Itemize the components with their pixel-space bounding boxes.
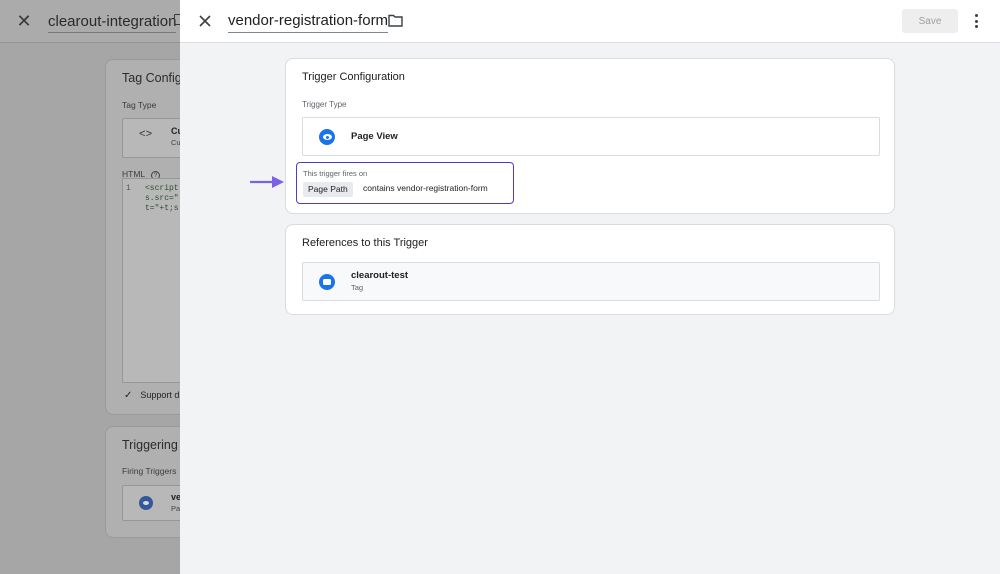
- close-icon: [199, 15, 211, 27]
- reference-item[interactable]: clearout-test Tag: [302, 262, 880, 301]
- background-support-label: Support d: [140, 390, 180, 400]
- reference-name: clearout-test: [351, 270, 409, 281]
- condition-text: contains vendor-registration-form: [363, 183, 488, 193]
- reference-type: Tag: [351, 283, 364, 292]
- trigger-editor-panel: vendor-registration-form Save Trigger Co…: [180, 0, 1000, 574]
- annotation-arrow-icon: [250, 176, 284, 188]
- trigger-condition-box[interactable]: This trigger fires on Page Path contains…: [296, 162, 514, 204]
- condition-operator: contains: [363, 183, 395, 193]
- references-title: References to this Trigger: [302, 237, 428, 249]
- background-triggering-title: Triggering: [122, 438, 178, 452]
- background-tag-type-label: Tag Type: [122, 100, 157, 110]
- save-button[interactable]: Save: [902, 9, 958, 33]
- background-trigger-sub: Pa: [171, 504, 181, 513]
- eye-icon: [319, 129, 335, 145]
- trigger-type-name: Page View: [351, 131, 398, 142]
- trigger-configuration-title: Trigger Configuration: [302, 71, 405, 83]
- background-support-checkbox: ✓ Support d: [124, 390, 180, 401]
- panel-topbar: vendor-registration-form Save: [180, 0, 1000, 43]
- code-icon: <>: [139, 129, 153, 141]
- code-line-number: 1: [126, 184, 131, 193]
- eye-icon: [139, 496, 153, 510]
- background-config-title: Tag Configu: [122, 71, 189, 85]
- fires-on-label: This trigger fires on: [303, 169, 368, 178]
- trigger-name-field[interactable]: vendor-registration-form: [228, 12, 389, 33]
- close-button[interactable]: [195, 11, 215, 31]
- trigger-type-row[interactable]: Page View: [302, 117, 880, 156]
- condition-variable-chip: Page Path: [303, 182, 353, 197]
- condition-value: vendor-registration-form: [397, 183, 488, 193]
- background-firing-triggers-label: Firing Triggers: [122, 466, 177, 476]
- trigger-configuration-card[interactable]: Trigger Configuration Trigger Type Page …: [285, 58, 895, 214]
- code-line: <script: [145, 184, 179, 193]
- code-line: t="+t;s: [145, 204, 179, 213]
- tag-icon: [319, 274, 335, 290]
- more-options-icon[interactable]: [968, 11, 984, 31]
- code-line: s.src=": [145, 194, 179, 203]
- folder-icon[interactable]: [388, 14, 403, 27]
- references-card: References to this Trigger clearout-test…: [285, 224, 895, 315]
- background-tag-title: clearout-integration: [48, 13, 177, 33]
- trigger-type-label: Trigger Type: [302, 100, 347, 109]
- background-close-icon: ✕: [16, 11, 32, 31]
